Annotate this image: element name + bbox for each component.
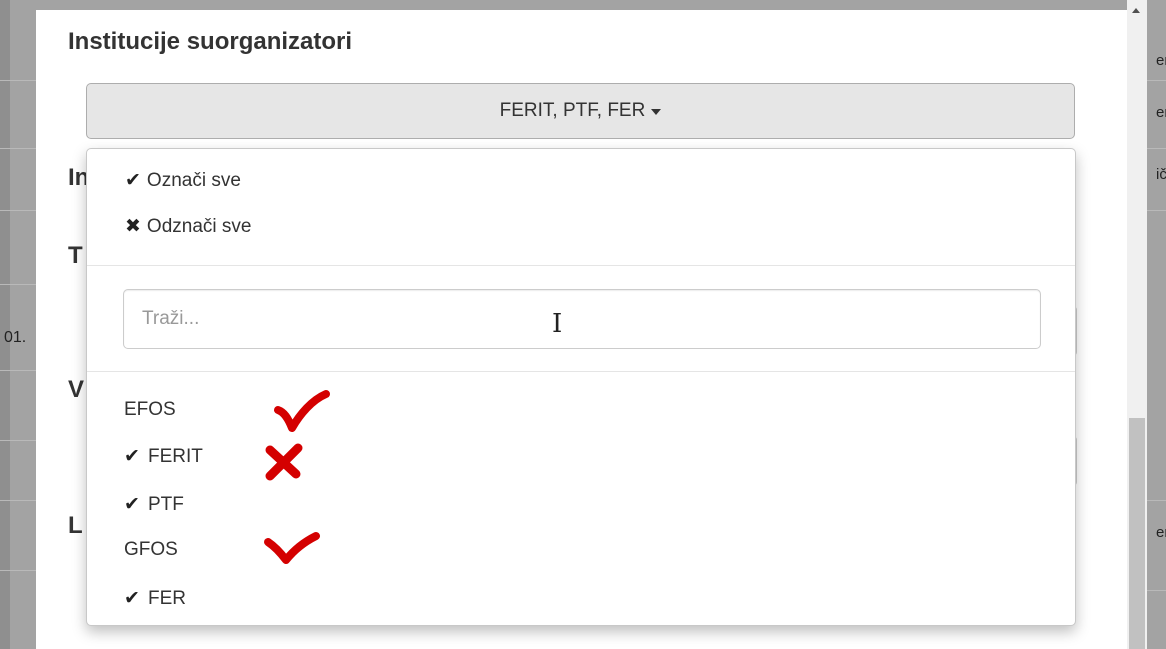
red-cross-annotation-icon — [265, 443, 303, 481]
menu-divider — [87, 265, 1075, 266]
background-row-divider — [0, 80, 36, 81]
background-row-divider — [1147, 590, 1166, 591]
background-row-divider — [1147, 210, 1166, 211]
option-fer[interactable]: ✔ FER — [124, 587, 186, 610]
option-label: GFOS — [124, 539, 178, 560]
select-all-label: Označi sve — [146, 169, 241, 191]
background-left-column — [10, 0, 36, 649]
text-cursor-icon: I — [552, 309, 563, 339]
select-all-option[interactable]: ✔ Označi sve — [125, 169, 241, 192]
check-icon: ✔ — [124, 446, 140, 467]
option-ferit[interactable]: ✔ FERIT — [124, 445, 203, 468]
background-text-fragment: er — [1156, 104, 1166, 121]
red-check-annotation-icon — [274, 390, 330, 432]
institutions-dropdown-menu: ✔ Označi sve ✖ Odznači sve I EFOS ✔ FERI… — [86, 148, 1076, 626]
background-date-fragment: 01. — [4, 329, 27, 346]
background-left-edge — [0, 0, 10, 649]
background-row-divider — [0, 440, 36, 441]
background-text-fragment: ič — [1156, 166, 1166, 183]
check-icon: ✔ — [125, 170, 141, 191]
form-label-partial: V — [68, 376, 85, 403]
form-label-partial: T — [68, 242, 83, 269]
deselect-all-option[interactable]: ✖ Odznači sve — [125, 215, 251, 238]
background-right-column — [1147, 0, 1166, 649]
background-row-divider — [1147, 148, 1166, 149]
form-label-partial: L — [68, 512, 83, 539]
check-icon: ✔ — [124, 588, 140, 609]
caret-down-icon — [651, 109, 662, 115]
section-title: Institucije suorganizatori — [68, 28, 353, 55]
search-input[interactable] — [123, 289, 1041, 349]
deselect-all-label: Odznači sve — [146, 215, 252, 237]
background-row-divider — [0, 210, 36, 211]
background-text-fragment: er — [1156, 52, 1166, 69]
scroll-up-arrow-icon[interactable] — [1132, 8, 1140, 13]
institutions-multiselect-toggle[interactable]: FERIT, PTF, FER — [86, 83, 1075, 139]
cross-icon: ✖ — [125, 216, 141, 237]
scrollbar-thumb[interactable] — [1129, 418, 1145, 649]
background-row-divider — [0, 148, 36, 149]
background-row-divider — [0, 284, 36, 285]
option-ptf[interactable]: ✔ PTF — [124, 493, 184, 516]
check-icon: ✔ — [124, 494, 140, 515]
option-label: FER — [148, 587, 186, 609]
background-row-divider — [1147, 80, 1166, 81]
option-gfos[interactable]: GFOS — [124, 539, 178, 561]
background-text-fragment: er — [1156, 524, 1166, 541]
background-row-divider — [0, 570, 36, 571]
red-check-annotation-icon — [264, 532, 320, 564]
menu-divider — [87, 371, 1075, 372]
background-row-divider — [0, 370, 36, 371]
option-label: FERIT — [148, 445, 203, 467]
option-label: EFOS — [124, 399, 176, 420]
selected-institutions-text: FERIT, PTF, FER — [499, 100, 646, 121]
background-top-strip — [36, 0, 1127, 10]
option-efos[interactable]: EFOS — [124, 399, 176, 421]
option-label: PTF — [148, 493, 184, 515]
background-row-divider — [0, 500, 36, 501]
background-row-divider — [1147, 500, 1166, 501]
